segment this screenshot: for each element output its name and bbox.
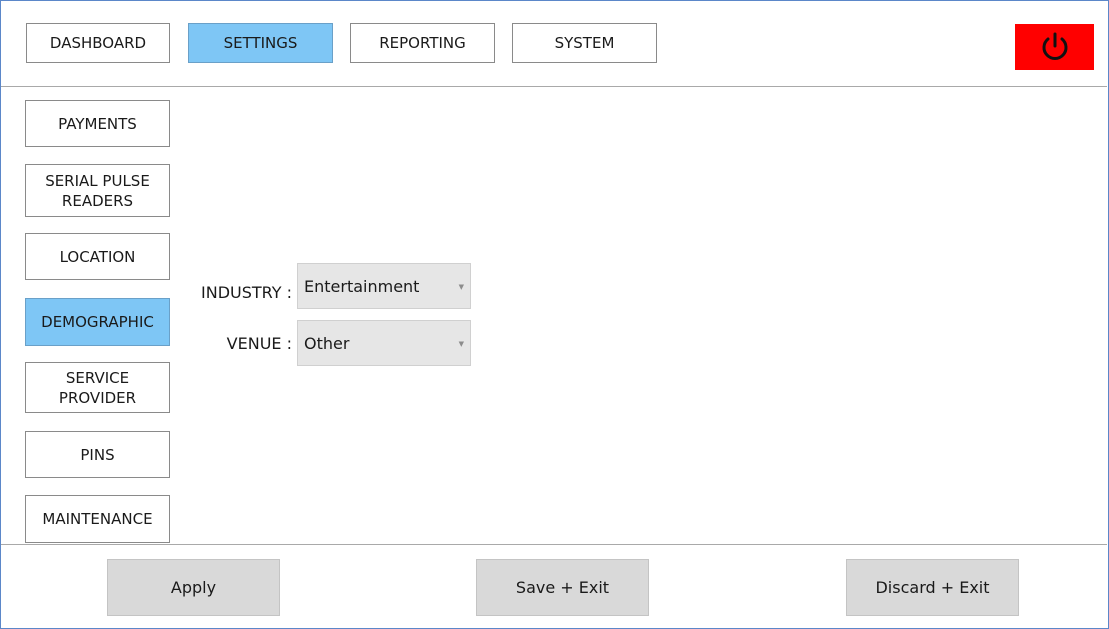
footer-divider — [1, 544, 1107, 545]
sidebar-item-demographic[interactable]: DEMOGRAPHIC — [25, 298, 170, 346]
industry-select-value: Entertainment — [304, 276, 420, 296]
discard-exit-button[interactable]: Discard + Exit — [846, 559, 1019, 616]
sidebar-item-location[interactable]: LOCATION — [25, 233, 170, 280]
sidebar-item-pins[interactable]: PINS — [25, 431, 170, 478]
save-exit-button[interactable]: Save + Exit — [476, 559, 649, 616]
nav-reporting-button[interactable]: REPORTING — [350, 23, 495, 63]
venue-select[interactable]: Other ▼ — [297, 320, 471, 366]
nav-settings-button[interactable]: SETTINGS — [188, 23, 333, 63]
power-icon — [1042, 32, 1067, 60]
top-navigation-bar: DASHBOARD SETTINGS REPORTING SYSTEM — [1, 1, 1107, 87]
sidebar-item-payments[interactable]: PAYMENTS — [25, 100, 170, 147]
power-button[interactable] — [1015, 24, 1094, 70]
industry-select[interactable]: Entertainment ▼ — [297, 263, 471, 309]
sidebar-item-service-provider[interactable]: SERVICE PROVIDER — [25, 362, 170, 413]
nav-system-button[interactable]: SYSTEM — [512, 23, 657, 63]
venue-label: VENUE : — [226, 334, 292, 353]
chevron-down-icon: ▼ — [458, 340, 464, 348]
sidebar-item-maintenance[interactable]: MAINTENANCE — [25, 495, 170, 543]
nav-dashboard-button[interactable]: DASHBOARD — [26, 23, 170, 63]
apply-button[interactable]: Apply — [107, 559, 280, 616]
sidebar-item-serial-pulse-readers[interactable]: SERIAL PULSE READERS — [25, 164, 170, 217]
venue-select-value: Other — [304, 333, 350, 353]
industry-label: INDUSTRY : — [201, 283, 292, 302]
chevron-down-icon: ▼ — [458, 283, 464, 291]
